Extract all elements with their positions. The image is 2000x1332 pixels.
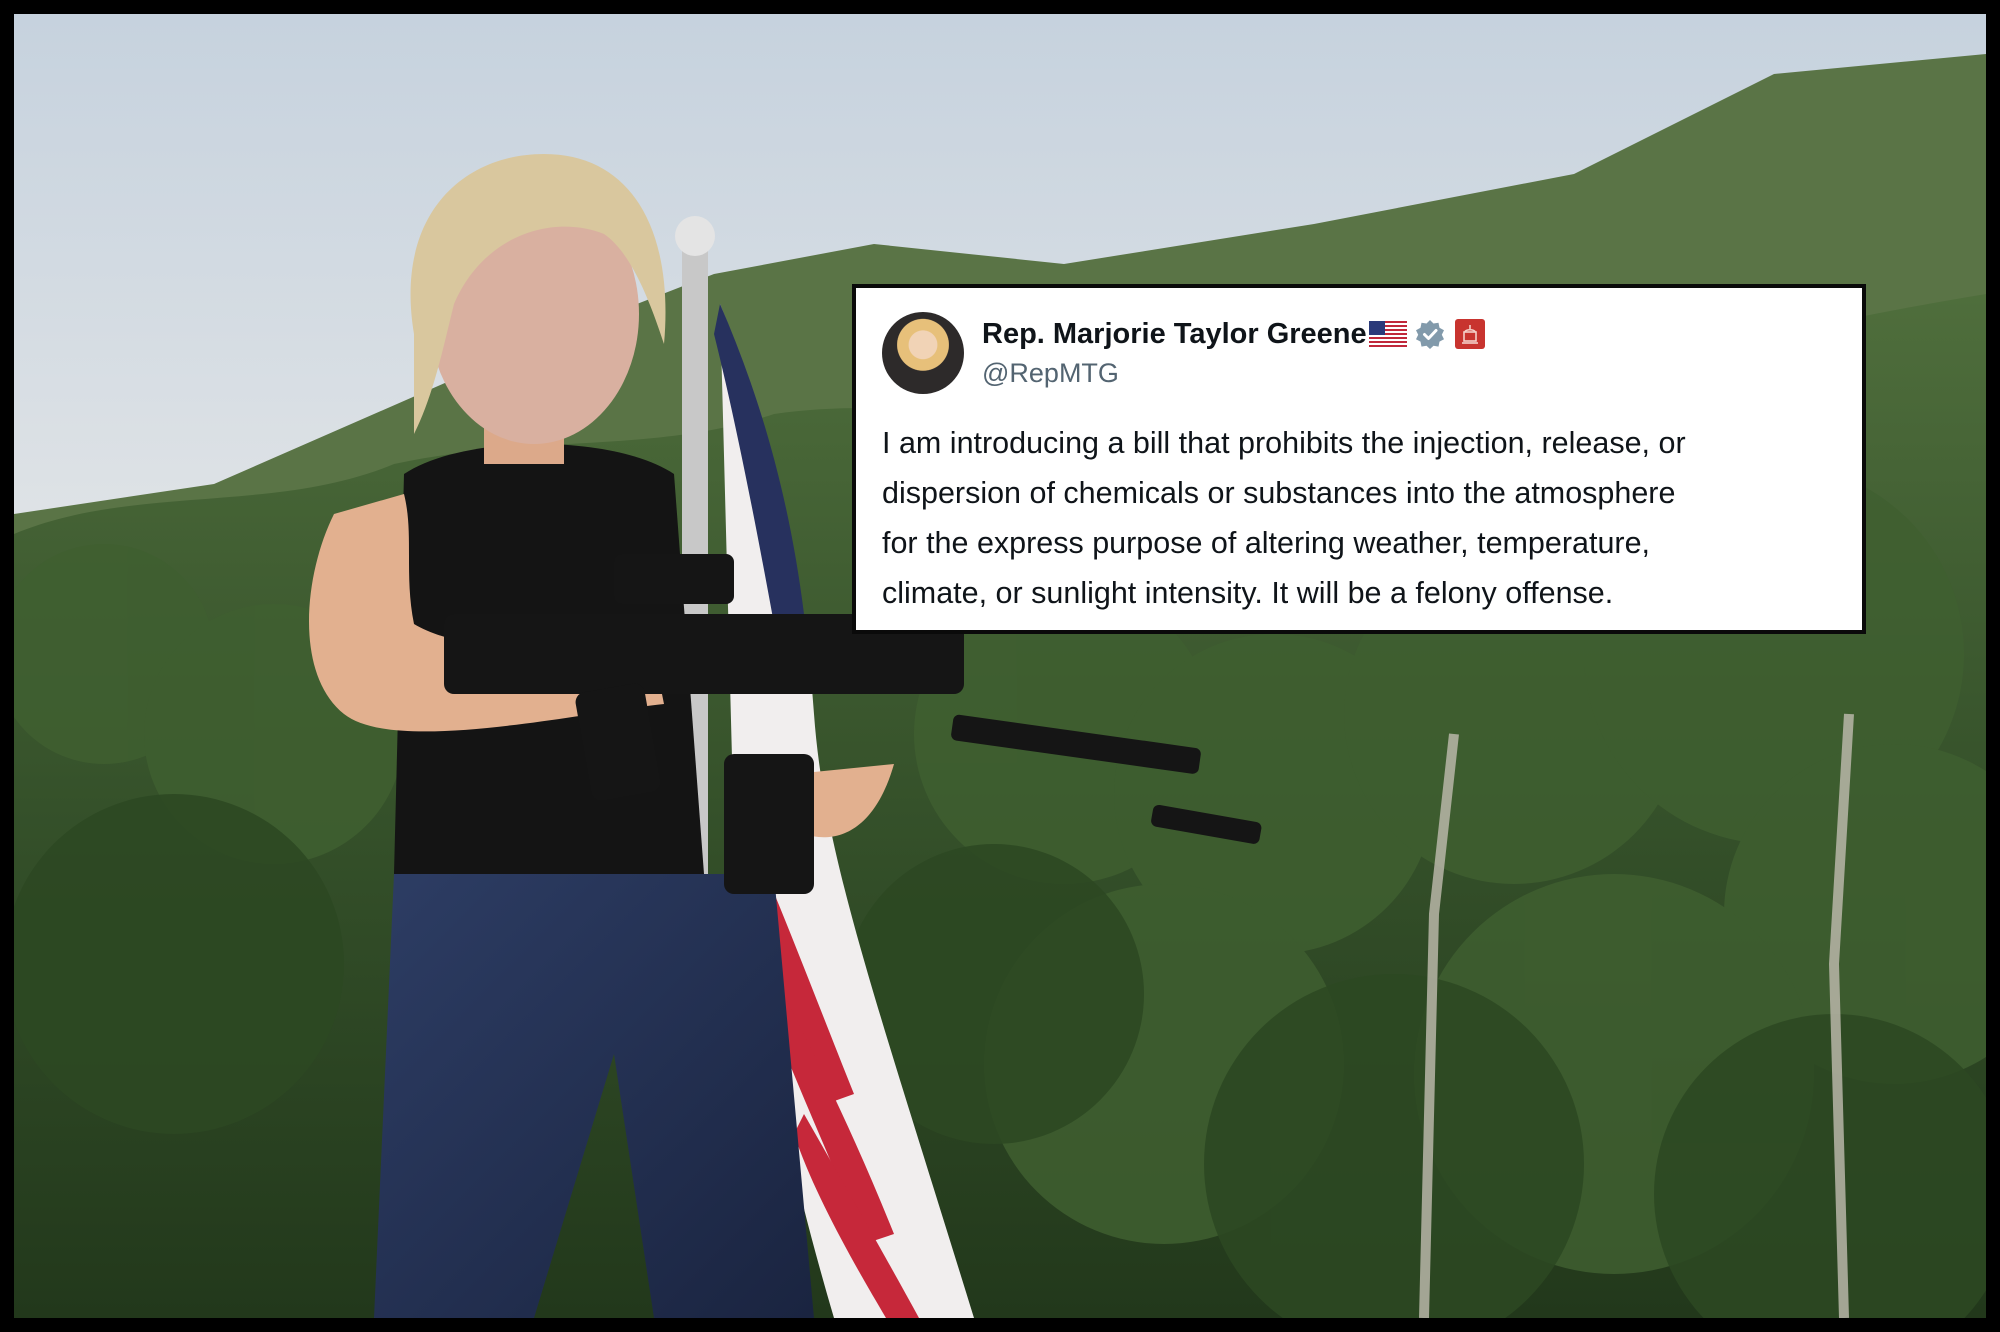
tweet-text: I am introducing a bill that prohibits t… bbox=[882, 418, 1836, 618]
author-block: Rep. Marjorie Taylor Greene @RepMTG bbox=[982, 314, 1485, 389]
avatar[interactable] bbox=[882, 312, 964, 394]
us-flag-icon bbox=[1368, 321, 1407, 347]
tweet-text-line: climate, or sunlight intensity. It will … bbox=[882, 576, 1614, 610]
photo-scene bbox=[14, 14, 1986, 1318]
display-name-row: Rep. Marjorie Taylor Greene bbox=[982, 314, 1485, 354]
tweet-card[interactable]: Rep. Marjorie Taylor Greene @RepMTG I am… bbox=[852, 284, 1866, 634]
background-photo bbox=[14, 14, 1986, 1318]
tweet-text-line: I am introducing a bill that prohibits t… bbox=[882, 426, 1686, 460]
verified-badge-icon[interactable] bbox=[1415, 319, 1445, 349]
tweet-text-line: for the express purpose of altering weat… bbox=[882, 526, 1651, 560]
government-affiliation-icon[interactable] bbox=[1454, 319, 1485, 349]
author-handle[interactable]: @RepMTG bbox=[982, 358, 1485, 389]
tweet-header: Rep. Marjorie Taylor Greene @RepMTG bbox=[882, 302, 1836, 394]
image-frame: Rep. Marjorie Taylor Greene @RepMTG I am… bbox=[0, 0, 2000, 1332]
author-display-name[interactable]: Rep. Marjorie Taylor Greene bbox=[982, 318, 1367, 351]
tweet-text-line: dispersion of chemicals or substances in… bbox=[882, 476, 1676, 510]
